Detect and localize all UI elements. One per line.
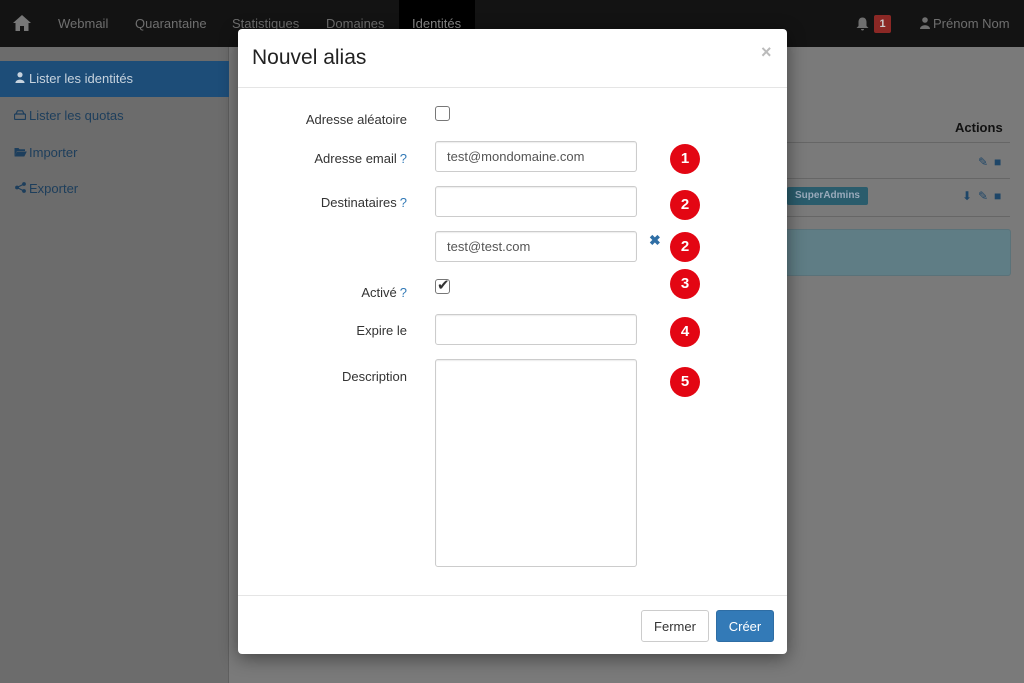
bell-icon[interactable] — [856, 17, 869, 31]
info-alert — [787, 229, 1011, 276]
random-address-checkbox[interactable] — [435, 106, 450, 121]
close-button[interactable]: Fermer — [641, 610, 709, 642]
nav-webmail[interactable]: Webmail — [58, 16, 108, 31]
create-button[interactable]: Créer — [716, 610, 774, 642]
active-label-text: Activé — [361, 285, 397, 300]
description-textarea[interactable] — [435, 359, 637, 567]
actions-column-header: Actions — [955, 120, 1003, 135]
modal-title: Nouvel alias — [252, 46, 367, 69]
sidebar-item-export[interactable]: Exporter — [0, 171, 229, 207]
table-divider — [787, 216, 1010, 217]
email-label-text: Adresse email — [314, 151, 397, 166]
folder-open-icon — [14, 135, 27, 171]
step-marker-2b: 2 — [670, 232, 700, 262]
description-label: Description — [341, 369, 407, 384]
notification-badge[interactable]: 1 — [874, 15, 891, 33]
email-label: Adresse email? — [314, 151, 407, 166]
user-icon — [920, 17, 930, 29]
expires-label: Expire le — [356, 323, 407, 338]
edit-icon[interactable]: ✎ — [978, 155, 988, 169]
recipient-field-1[interactable] — [435, 186, 637, 217]
table-divider — [787, 178, 1010, 179]
active-label: Activé? — [361, 285, 407, 300]
recipients-label: Destinataires? — [321, 195, 407, 210]
sidebar: Lister les identités Lister les quotas I… — [0, 47, 229, 683]
trash-icon[interactable]: ■ — [994, 189, 1001, 203]
random-address-label: Adresse aléatoire — [305, 112, 407, 127]
user-icon — [14, 61, 26, 97]
help-icon[interactable]: ? — [400, 151, 407, 166]
step-marker-3: 3 — [670, 269, 700, 299]
hdd-icon — [13, 98, 27, 134]
step-marker-2: 2 — [670, 190, 700, 220]
modal-footer: Fermer Créer — [238, 595, 787, 654]
sidebar-item-list-identities[interactable]: Lister les identités — [0, 61, 229, 97]
trash-icon[interactable]: ■ — [994, 155, 1001, 169]
help-icon[interactable]: ? — [400, 195, 407, 210]
sidebar-item-label: Lister les quotas — [29, 108, 124, 123]
email-field[interactable] — [435, 141, 637, 172]
home-icon[interactable] — [12, 14, 32, 32]
nav-quarantaine[interactable]: Quarantaine — [135, 16, 207, 31]
share-icon — [14, 171, 26, 207]
step-marker-5: 5 — [670, 367, 700, 397]
group-tag: SuperAdmins — [787, 187, 868, 205]
user-menu[interactable]: Prénom Nom — [933, 16, 1010, 31]
sidebar-item-label: Exporter — [29, 181, 79, 196]
sidebar-item-list-quotas[interactable]: Lister les quotas — [0, 98, 229, 134]
active-checkbox[interactable]: ✔ — [435, 277, 450, 294]
recipients-label-text: Destinataires — [320, 195, 397, 210]
step-marker-1: 1 — [670, 144, 700, 174]
edit-icon[interactable]: ✎ — [978, 189, 988, 203]
new-alias-modal: Nouvel alias × Adresse aléatoire Adresse… — [238, 29, 787, 654]
close-icon[interactable]: × — [761, 42, 772, 63]
sidebar-item-label: Importer — [29, 145, 78, 160]
step-marker-4: 4 — [670, 317, 700, 347]
help-icon[interactable]: ? — [400, 285, 407, 300]
download-icon[interactable]: ⬇ — [962, 189, 972, 203]
sidebar-item-import[interactable]: Importer — [0, 135, 229, 171]
recipient-field-2[interactable] — [435, 231, 637, 262]
sidebar-item-label: Lister les identités — [29, 71, 134, 86]
checkmark-icon: ✔ — [437, 277, 450, 294]
modal-header: Nouvel alias × — [238, 29, 787, 88]
remove-recipient-icon[interactable]: ✖ — [649, 232, 661, 249]
table-divider — [787, 142, 1010, 143]
expires-field[interactable] — [435, 314, 637, 345]
